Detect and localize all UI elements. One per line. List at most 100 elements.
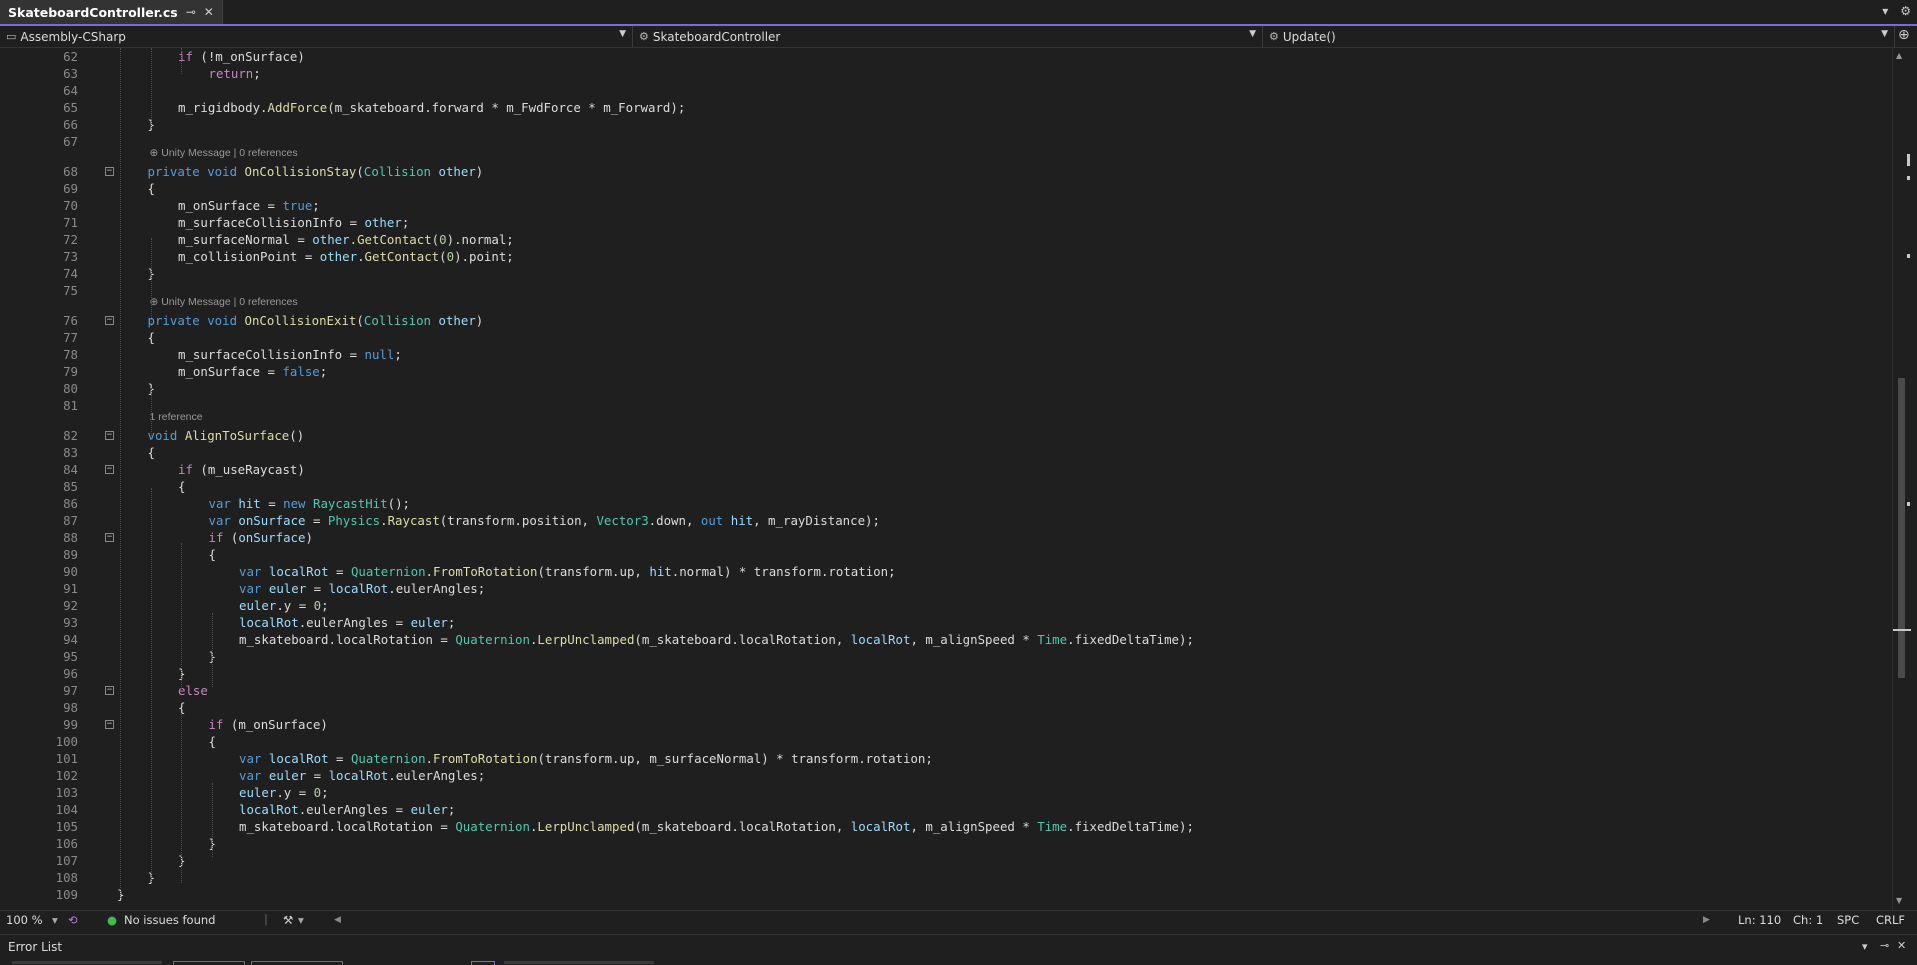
codelens-hint[interactable]: ⊕ Unity Message | 0 references — [150, 296, 298, 308]
code-line[interactable]: 100 { — [0, 733, 1880, 750]
code-line[interactable]: 95} — [0, 648, 1880, 665]
split-window-icon[interactable]: ⊕ — [1898, 27, 1910, 43]
code-line[interactable]: 80} — [0, 380, 1880, 397]
intellicode-icon[interactable]: ⟲ — [68, 913, 78, 927]
vertical-scrollbar[interactable]: ▲ ▼ — [1892, 48, 1911, 910]
code-line[interactable]: 65 m_rigidbody.AddForce(m_skateboard.forw… — [0, 99, 1880, 116]
code-line[interactable]: 81 — [0, 397, 1880, 414]
scroll-right-icon[interactable]: ▶ — [1703, 915, 1710, 925]
code-line[interactable]: 70 m_onSurface = true; — [0, 197, 1880, 214]
line-number: 80 — [63, 381, 78, 396]
code-line[interactable]: 69 { — [0, 180, 1880, 197]
code-line[interactable]: 77 { — [0, 329, 1880, 346]
collapse-region-icon[interactable]: − — [105, 720, 114, 729]
gear-icon[interactable]: ⚙ — [1900, 4, 1911, 18]
code-text: private void OnCollisionExit(Collision o… — [147, 313, 484, 328]
scroll-left-icon[interactable]: ◀ — [334, 915, 341, 925]
code-line[interactable]: 89 { — [0, 546, 1880, 563]
code-line[interactable]: 97 − else — [0, 682, 1880, 699]
code-line[interactable]: 63 return; — [0, 65, 1880, 82]
code-line[interactable]: 101 var localRot = Quaternion.FromToRotat… — [0, 750, 1880, 767]
scroll-up-icon[interactable]: ▲ — [1896, 51, 1902, 60]
code-line[interactable]: 105 m_skateboard.localRotation = Quaterni… — [0, 818, 1880, 835]
code-cleanup-icon[interactable]: ⚒ — [283, 913, 293, 927]
code-line[interactable]: 73 m_collisionPoint = other.GetContact(0)… — [0, 248, 1880, 265]
code-line[interactable]: 93 localRot.eulerAngles = euler; — [0, 614, 1880, 631]
collapse-region-icon[interactable]: − — [105, 316, 114, 325]
code-line[interactable]: 66} — [0, 116, 1880, 133]
code-text: var localRot = Quaternion.FromToRotation… — [239, 564, 896, 579]
code-line[interactable]: 92 euler.y = 0; — [0, 597, 1880, 614]
collapse-region-icon[interactable]: − — [105, 431, 114, 440]
code-line[interactable]: 108} — [0, 869, 1880, 886]
code-line[interactable]: 62 if (!m_onSurface) — [0, 48, 1880, 65]
tab-skateboardcontroller[interactable]: SkateboardController.cs ⊸ ✕ — [0, 0, 223, 24]
cleanup-dropdown-icon[interactable]: ▾ — [298, 913, 304, 927]
codelens-hint[interactable]: 1 reference — [150, 411, 203, 423]
code-line[interactable]: 94 m_skateboard.localRotation = Quaternio… — [0, 631, 1880, 648]
collapse-region-icon[interactable]: − — [105, 465, 114, 474]
whitespace-mode[interactable]: SPC — [1837, 913, 1859, 927]
code-line[interactable]: 78 m_surfaceCollisionInfo = null; — [0, 346, 1880, 363]
code-line[interactable]: 74} — [0, 265, 1880, 282]
code-line[interactable]: 83 { — [0, 444, 1880, 461]
code-line[interactable]: 98{ — [0, 699, 1880, 716]
code-line[interactable]: 107} — [0, 852, 1880, 869]
code-text: var euler = localRot.eulerAngles; — [239, 581, 486, 596]
document-tab-bar: SkateboardController.cs ⊸ ✕ ▾ ⚙ — [0, 0, 1917, 26]
code-line[interactable]: 84 − if (m_useRaycast) — [0, 461, 1880, 478]
collapse-region-icon[interactable]: − — [105, 533, 114, 542]
code-line[interactable]: 86 var hit = new RaycastHit(); — [0, 495, 1880, 512]
zoom-dropdown-icon[interactable]: ▾ — [52, 913, 58, 927]
code-line[interactable]: 88 − if (onSurface) — [0, 529, 1880, 546]
collapse-region-icon[interactable]: − — [105, 686, 114, 695]
code-line[interactable]: 99 − if (m_onSurface) — [0, 716, 1880, 733]
code-line[interactable]: 90 var localRot = Quaternion.FromToRotati… — [0, 563, 1880, 580]
code-line[interactable]: 72 m_surfaceNormal = other.GetContact(0).… — [0, 231, 1880, 248]
code-text: { — [208, 734, 216, 749]
code-line[interactable]: 91 var euler = localRot.eulerAngles; — [0, 580, 1880, 597]
code-line[interactable]: 71 m_surfaceCollisionInfo = other; — [0, 214, 1880, 231]
code-text: m_rigidbody.AddForce(m_skateboard.forwar… — [178, 100, 686, 115]
indent-guide — [150, 388, 152, 440]
tab-list-dropdown-icon[interactable]: ▾ — [1882, 4, 1888, 18]
codelens-hint[interactable]: ⊕ Unity Message | 0 references — [150, 147, 298, 159]
line-ending[interactable]: CRLF — [1876, 913, 1905, 927]
code-editor[interactable]: 62 if (!m_onSurface) 63 return; 64 65 m_rigidb… — [0, 48, 1917, 910]
zoom-level[interactable]: 100 % — [6, 913, 43, 927]
project-dropdown[interactable]: ▭ Assembly-CSharp ▼ — [0, 26, 633, 47]
code-line[interactable]: 76 − private void OnCollisionExit(Collisio… — [0, 312, 1880, 329]
code-line[interactable]: 82 − void AlignToSurface() — [0, 427, 1880, 444]
toolbar-control[interactable] — [251, 961, 343, 965]
toolbar-control[interactable] — [173, 961, 245, 965]
code-line[interactable]: 109} — [0, 886, 1880, 903]
close-icon[interactable]: ✕ — [1897, 939, 1906, 952]
scroll-down-icon[interactable]: ▼ — [1896, 896, 1902, 905]
pin-icon[interactable]: ⊸ — [1880, 939, 1889, 952]
code-line[interactable]: 102 var euler = localRot.eulerAngles; — [0, 767, 1880, 784]
member-dropdown[interactable]: ⚙ Update() ▼ — [1263, 26, 1895, 47]
indent-guide — [120, 48, 121, 898]
code-line[interactable]: 85 { — [0, 478, 1880, 495]
column-number[interactable]: Ch: 1 — [1793, 913, 1823, 927]
error-list-title[interactable]: Error List — [8, 940, 62, 954]
issues-status[interactable]: No issues found — [124, 913, 215, 927]
collapse-region-icon[interactable]: − — [105, 167, 114, 176]
scrollbar-thumb[interactable] — [1898, 378, 1905, 678]
code-line[interactable]: 87 var onSurface = Physics.Raycast(transf… — [0, 512, 1880, 529]
class-dropdown[interactable]: ⚙ SkateboardController ▼ — [633, 26, 1263, 47]
code-line[interactable]: 104 localRot.eulerAngles = euler; — [0, 801, 1880, 818]
code-line[interactable]: 64 — [0, 82, 1880, 99]
code-text: m_skateboard.localRotation = Quaternion.… — [239, 632, 1194, 647]
code-line[interactable]: 96} — [0, 665, 1880, 682]
code-line[interactable]: 68 − private void OnCollisionStay(Collisio… — [0, 163, 1880, 180]
code-line[interactable]: 106} — [0, 835, 1880, 852]
toolbar-control[interactable] — [471, 961, 495, 965]
line-number[interactable]: Ln: 110 — [1738, 913, 1781, 927]
pin-icon[interactable]: ⊸ — [186, 5, 196, 19]
panel-dropdown-icon[interactable]: ▾ — [1862, 940, 1868, 953]
code-line[interactable]: 103 euler.y = 0; — [0, 784, 1880, 801]
line-number: 68 — [63, 164, 78, 179]
code-line[interactable]: 79 m_onSurface = false; — [0, 363, 1880, 380]
close-icon[interactable]: ✕ — [204, 5, 214, 19]
